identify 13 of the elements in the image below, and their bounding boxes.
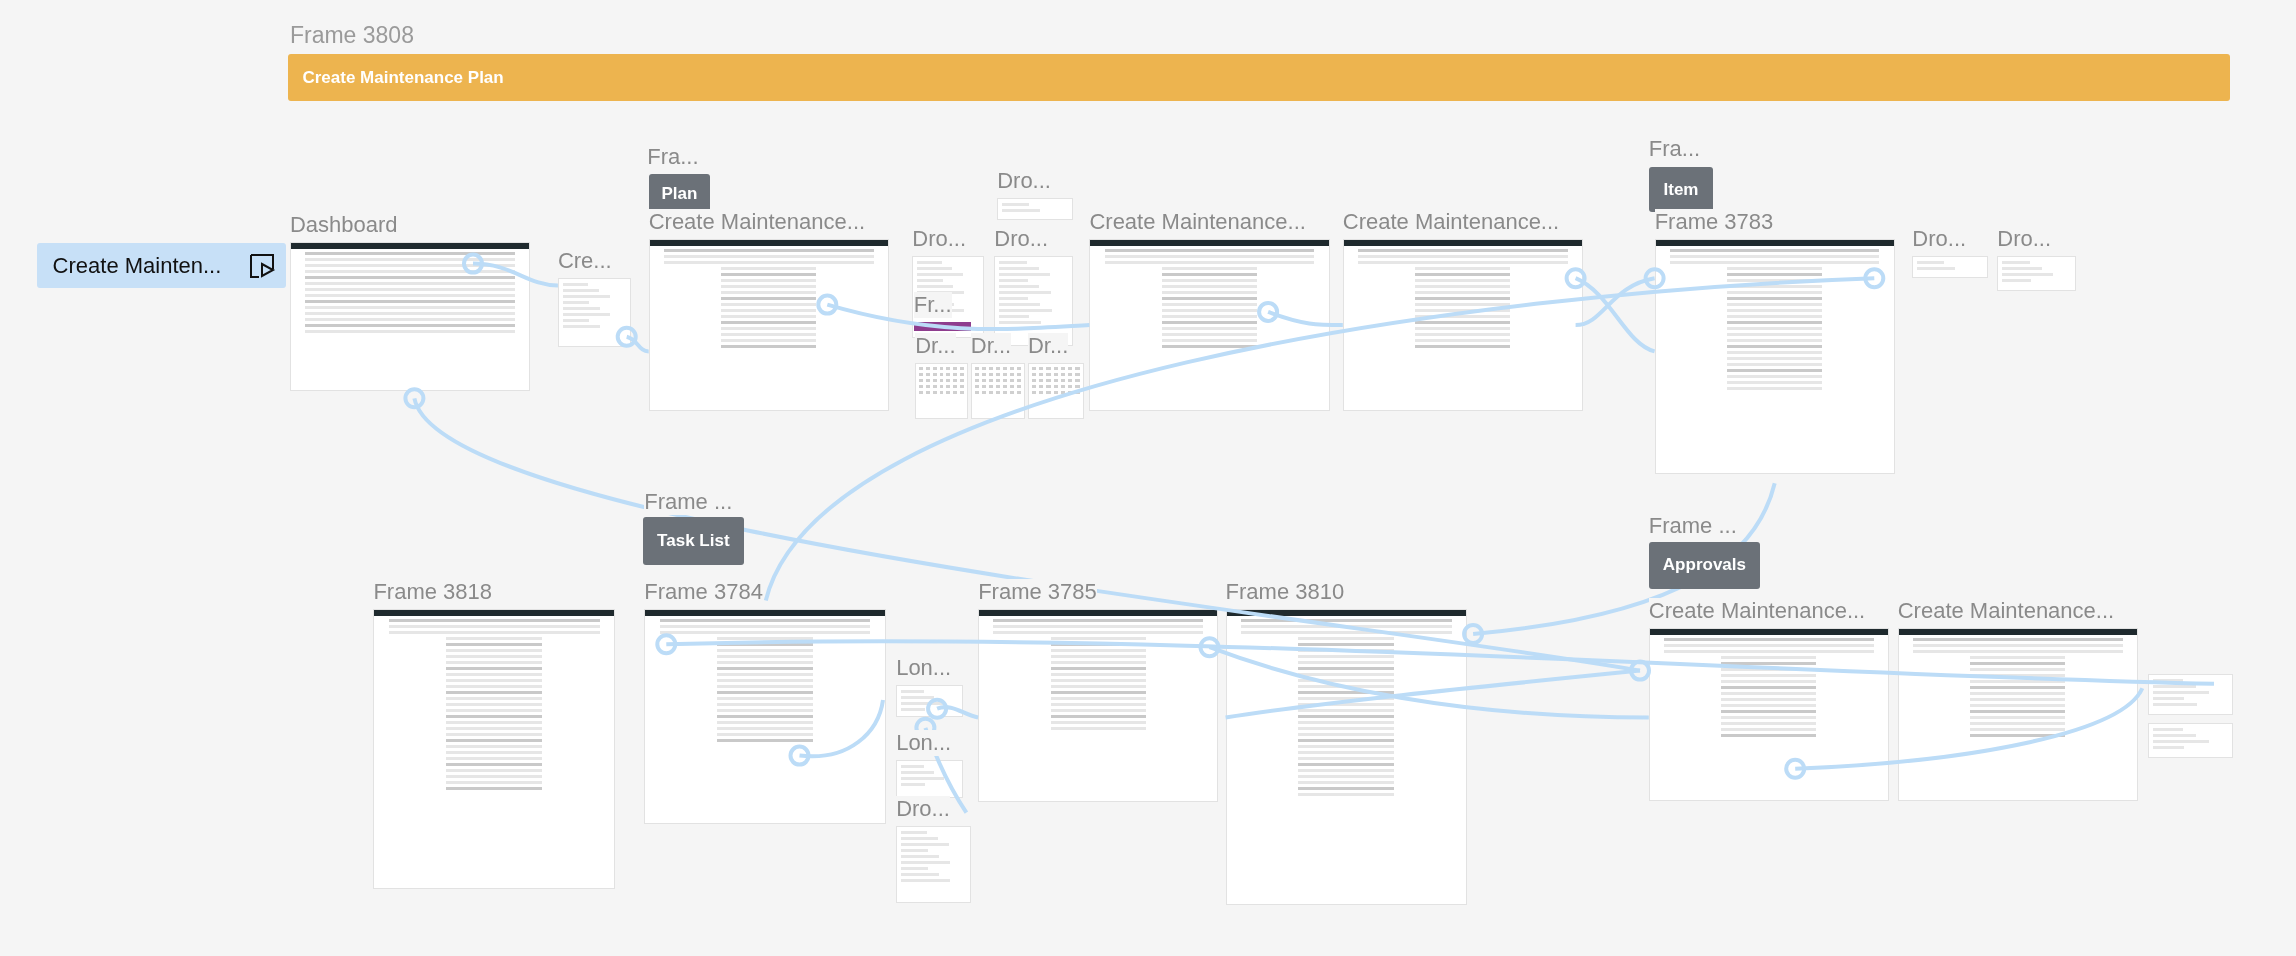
screen-thumbnail [970, 363, 1025, 419]
play-icon [247, 251, 276, 280]
flow-start-button[interactable]: Create Mainten... [36, 243, 286, 289]
screen-thumbnail [1027, 363, 1084, 419]
section-title: Frame 3808 [289, 20, 414, 50]
frame-label: Fr... [913, 292, 952, 319]
section-banner: Create Maintenance Plan [288, 54, 2231, 101]
connector-line [615, 325, 649, 354]
section-tag: Task List [642, 516, 744, 566]
frame-label: Lon... [896, 729, 952, 756]
section-tag: Item [1648, 166, 1714, 213]
screen-thumbnail [915, 363, 968, 419]
section-tag: Approvals [1648, 541, 1761, 589]
